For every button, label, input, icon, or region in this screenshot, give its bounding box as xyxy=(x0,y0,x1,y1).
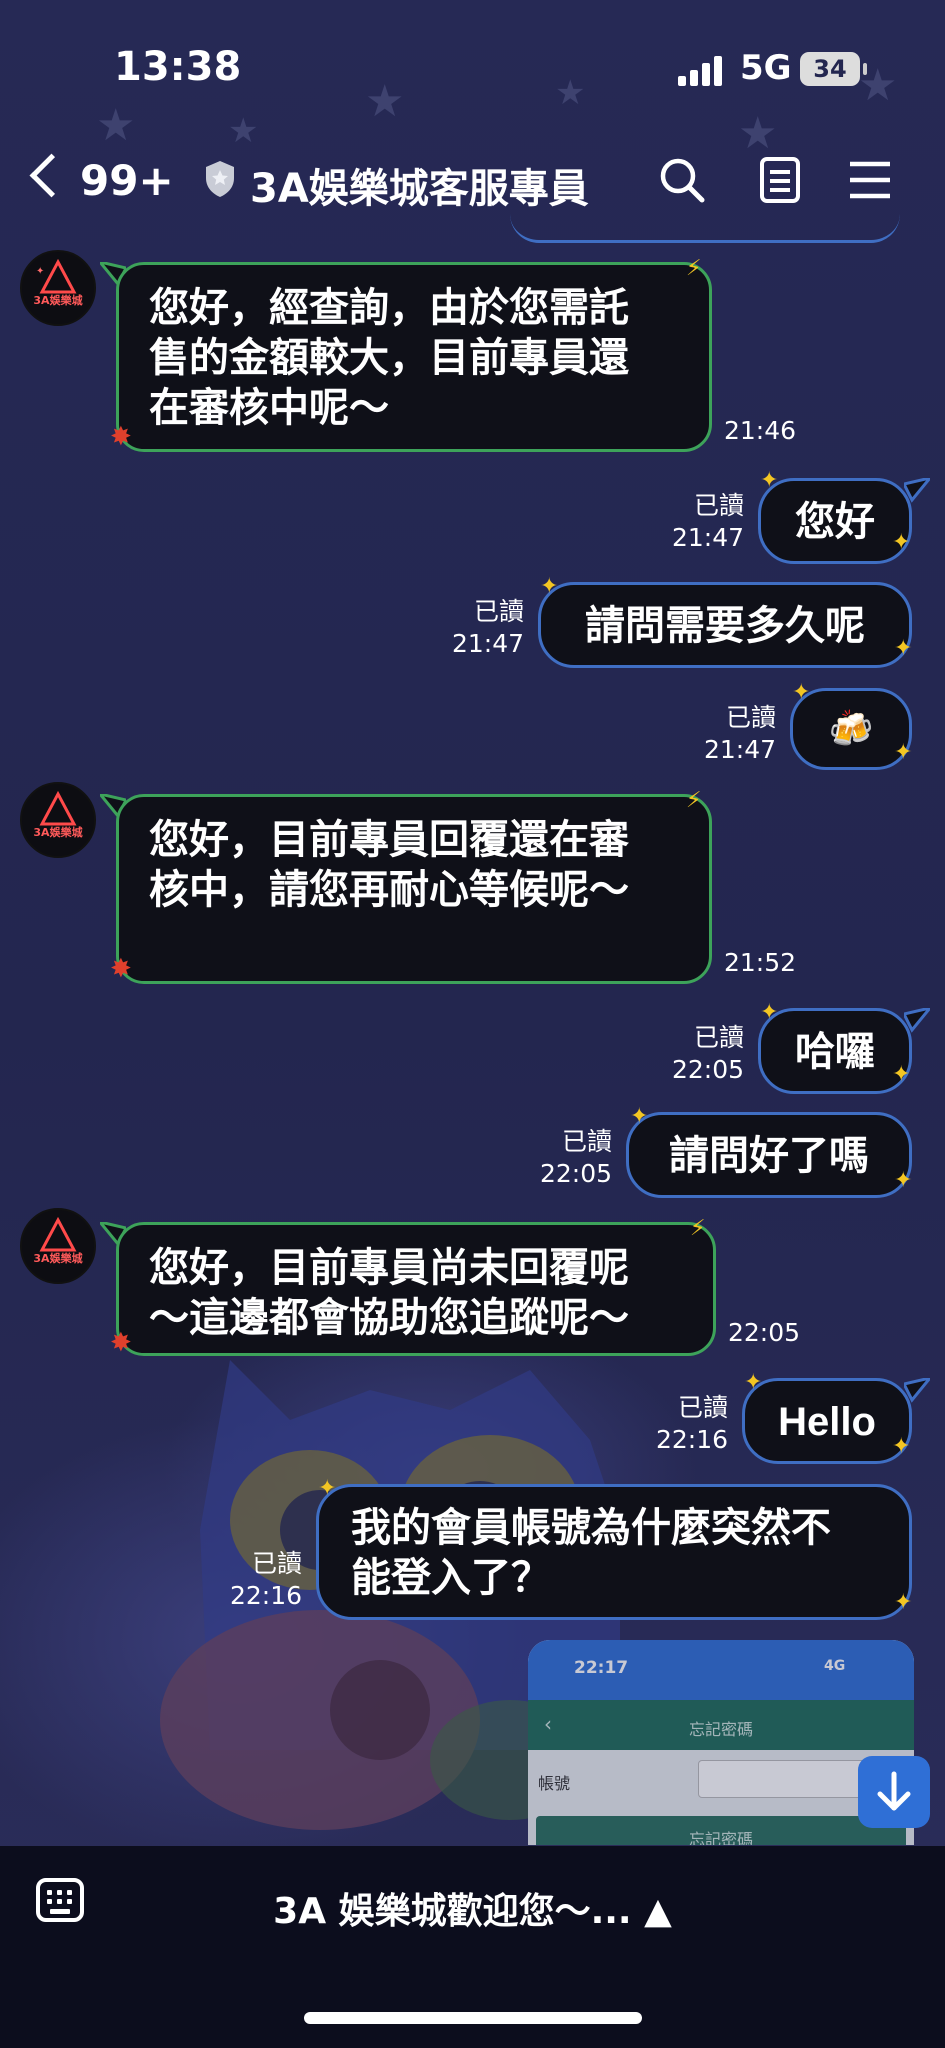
image-overlay xyxy=(528,1640,914,1845)
message-time: 22:05 xyxy=(539,1159,612,1188)
avatar[interactable]: 3A娛樂城 xyxy=(20,782,96,858)
bubble-tail xyxy=(904,1008,930,1033)
battery-icon: 34 xyxy=(800,52,867,86)
notes-icon[interactable] xyxy=(756,156,804,204)
sparkle-icon: ✦ xyxy=(894,740,913,765)
arrow-down-icon xyxy=(877,1771,911,1811)
message-line: 在審核中呢～ xyxy=(149,385,389,431)
avatar[interactable]: 3A娛樂城 xyxy=(20,1208,96,1284)
search-icon[interactable] xyxy=(658,156,706,204)
sparkle-icon: ✦ xyxy=(630,1104,649,1129)
sparkle-icon: ✦ xyxy=(894,1168,913,1193)
message-meta: 已讀 21:47 xyxy=(656,702,776,766)
home-indicator xyxy=(304,2012,642,2024)
sparkle-icon: ✦ xyxy=(760,468,779,493)
message-line: 您好，目前專員回覆還在審 xyxy=(149,817,629,863)
outgoing-message[interactable]: 請問好了嗎 xyxy=(626,1112,912,1198)
sparkle-icon: ✦ xyxy=(892,1434,911,1459)
sparkle-icon: ✦ xyxy=(760,1000,779,1025)
read-receipt: 已讀 xyxy=(693,1023,744,1052)
sparkle-icon: ✦ xyxy=(318,1476,337,1501)
lightning-icon: ⚡ xyxy=(686,256,702,281)
scroll-to-bottom-button[interactable] xyxy=(858,1756,930,1828)
incoming-message[interactable]: 您好，經查詢，由於您需託 售的金額較大，目前專員還 在審核中呢～ xyxy=(116,262,712,452)
svg-text:✦: ✦ xyxy=(36,266,44,277)
sparkle-icon: ✦ xyxy=(894,1590,913,1615)
bubble-tail xyxy=(904,1378,930,1403)
maple-leaf-icon: ✸ xyxy=(110,954,132,984)
message-line: ～這邊都會協助您追蹤呢～ xyxy=(149,1295,629,1341)
incoming-message[interactable]: 您好，目前專員尚未回覆呢 ～這邊都會協助您追蹤呢～ xyxy=(116,1222,716,1356)
message-line: 我的會員帳號為什麼突然不 xyxy=(351,1505,831,1551)
status-time: 13:38 xyxy=(114,44,242,90)
message-time: 22:05 xyxy=(728,1318,801,1347)
menu-icon[interactable] xyxy=(846,156,894,204)
read-receipt: 已讀 xyxy=(725,703,776,732)
message-time: 21:47 xyxy=(671,523,744,552)
sparkle-icon: ✦ xyxy=(892,1062,911,1087)
message-time: 22:16 xyxy=(229,1581,302,1610)
read-receipt: 已讀 xyxy=(473,597,524,626)
message-time: 21:52 xyxy=(724,948,797,977)
bubble-tail xyxy=(904,478,930,503)
message-time: 22:05 xyxy=(671,1055,744,1084)
message-meta: 已讀 21:47 xyxy=(624,490,744,554)
read-receipt: 已讀 xyxy=(251,1549,302,1578)
message-time: 21:47 xyxy=(703,735,776,764)
signal-icon xyxy=(678,56,730,86)
rich-menu-toggle[interactable]: 3A 娛樂城歡迎您～... ▲ xyxy=(0,1882,945,1934)
message-meta: 已讀 22:16 xyxy=(182,1548,302,1612)
message-line: 售的金額較大，目前專員還 xyxy=(149,335,629,381)
incoming-message[interactable]: 您好，目前專員回覆還在審 核中，請您再耐心等候呢～ xyxy=(116,794,712,984)
maple-leaf-icon: ✸ xyxy=(110,422,132,452)
sparkle-icon: ✦ xyxy=(540,574,559,599)
avatar[interactable]: ✦ 3A娛樂城 xyxy=(20,250,96,326)
message-meta: 已讀 21:47 xyxy=(404,596,524,660)
previous-message-edge xyxy=(510,214,900,243)
message-meta: 已讀 22:05 xyxy=(624,1022,744,1086)
message-line: 能登入了？ xyxy=(351,1555,551,1601)
message-line: 您好，經查詢，由於您需託 xyxy=(149,285,629,331)
lightning-icon: ⚡ xyxy=(690,1216,706,1241)
read-receipt: 已讀 xyxy=(561,1127,612,1156)
background-star-icon: ★ xyxy=(738,108,778,159)
maple-leaf-icon: ✸ xyxy=(110,1328,132,1358)
sparkle-icon: ✦ xyxy=(894,636,913,661)
chat-title: 3A娛樂城客服專員 xyxy=(250,166,589,212)
read-receipt: 已讀 xyxy=(677,1393,728,1422)
unread-count[interactable]: 99+ xyxy=(80,156,174,205)
sparkle-icon: ✦ xyxy=(792,680,811,705)
message-time: 21:47 xyxy=(451,629,524,658)
background-star-icon: ★ xyxy=(555,73,586,113)
message-meta: 已讀 22:16 xyxy=(608,1392,728,1456)
network-type: 5G xyxy=(740,48,792,88)
message-line: 核中，請您再耐心等候呢～ xyxy=(149,867,629,913)
message-meta: 已讀 22:05 xyxy=(492,1126,612,1190)
message-time: 21:46 xyxy=(724,416,797,445)
message-line: 您好，目前專員尚未回覆呢 xyxy=(149,1245,629,1291)
read-receipt: 已讀 xyxy=(693,491,744,520)
background-star-icon: ★ xyxy=(228,111,259,151)
outgoing-message[interactable]: 我的會員帳號為什麼突然不 能登入了？ xyxy=(316,1484,912,1620)
sparkle-icon: ✦ xyxy=(744,1370,763,1395)
outgoing-message[interactable]: Hello xyxy=(742,1378,912,1464)
lightning-icon: ⚡ xyxy=(686,788,702,813)
outgoing-message[interactable]: 哈囉 xyxy=(758,1008,912,1094)
background-star-icon: ★ xyxy=(96,100,136,151)
sparkle-icon: ✦ xyxy=(892,530,911,555)
shield-badge-icon xyxy=(206,161,234,197)
outgoing-message[interactable]: 您好 xyxy=(758,478,912,564)
message-time: 22:16 xyxy=(655,1425,728,1454)
outgoing-message[interactable]: 請問需要多久呢 xyxy=(538,582,912,668)
background-star-icon: ★ xyxy=(365,76,405,127)
